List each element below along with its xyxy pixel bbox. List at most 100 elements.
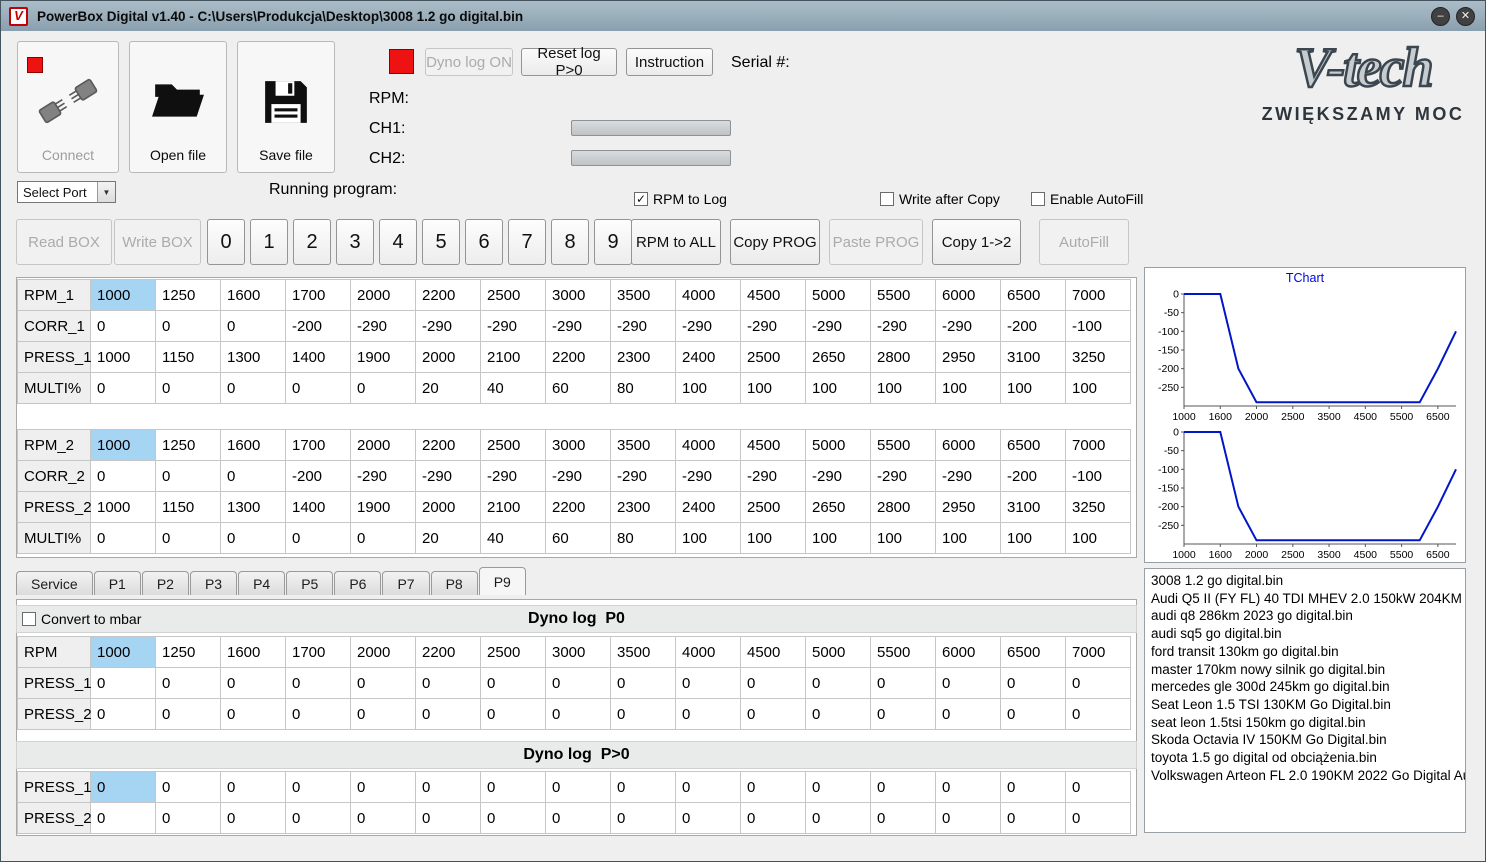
table-cell[interactable]: 100 — [871, 523, 936, 554]
table-cell[interactable]: 0 — [91, 668, 156, 699]
table-cell[interactable]: 1250 — [156, 637, 221, 668]
tab-p1[interactable]: P1 — [93, 571, 141, 595]
table-cell[interactable]: 3100 — [1001, 492, 1066, 523]
file-list-item[interactable]: ford transit 130km go digital.bin — [1145, 643, 1465, 661]
tab-service[interactable]: Service — [16, 571, 93, 595]
table-cell[interactable]: 0 — [676, 772, 741, 803]
table-cell[interactable]: -290 — [611, 311, 676, 342]
autofill-button[interactable]: AutoFill — [1039, 219, 1129, 265]
table-cell[interactable]: 0 — [871, 699, 936, 730]
table-cell[interactable]: 0 — [871, 772, 936, 803]
table-cell[interactable]: 1600 — [221, 637, 286, 668]
tab-p6[interactable]: P6 — [334, 571, 382, 595]
table-cell[interactable]: 100 — [676, 523, 741, 554]
table-cell[interactable]: 0 — [806, 668, 871, 699]
table-cell[interactable]: -290 — [676, 311, 741, 342]
table-cell[interactable]: 0 — [546, 803, 611, 834]
table-cell[interactable]: 6000 — [936, 280, 1001, 311]
table-cell[interactable]: 5500 — [871, 430, 936, 461]
table-cell[interactable]: -290 — [806, 461, 871, 492]
table-cell[interactable]: 1000 — [91, 342, 156, 373]
table-cell[interactable]: 1150 — [156, 492, 221, 523]
digit-button-1[interactable]: 1 — [250, 219, 288, 265]
table-cell[interactable]: 3250 — [1066, 492, 1131, 523]
table-cell[interactable]: 2650 — [806, 492, 871, 523]
instruction-button[interactable]: Instruction — [626, 48, 713, 76]
table-cell[interactable]: 0 — [91, 373, 156, 404]
table-cell[interactable]: 0 — [481, 668, 546, 699]
table-cell[interactable]: 2500 — [481, 430, 546, 461]
table-cell[interactable]: 0 — [286, 373, 351, 404]
table-cell[interactable]: 2200 — [546, 342, 611, 373]
table-cell[interactable]: 20 — [416, 523, 481, 554]
table-cell[interactable]: 0 — [806, 699, 871, 730]
table-cell[interactable]: 2800 — [871, 342, 936, 373]
table-cell[interactable]: -290 — [416, 461, 481, 492]
table-cell[interactable]: 0 — [1066, 699, 1131, 730]
table-cell[interactable]: 0 — [546, 772, 611, 803]
table-cell[interactable]: 1000 — [91, 430, 156, 461]
table-cell[interactable]: -290 — [481, 461, 546, 492]
table-cell[interactable]: -290 — [351, 311, 416, 342]
file-list-item[interactable]: Audi Q5 II (FY FL) 40 TDI MHEV 2.0 150kW… — [1145, 590, 1465, 608]
table-cell[interactable]: -290 — [741, 461, 806, 492]
table-cell[interactable]: -200 — [1001, 461, 1066, 492]
table-cell[interactable]: 5500 — [871, 280, 936, 311]
table-cell[interactable]: 0 — [416, 699, 481, 730]
table-cell[interactable]: 4000 — [676, 430, 741, 461]
table-cell[interactable]: 1600 — [221, 280, 286, 311]
table-cell[interactable]: 5500 — [871, 637, 936, 668]
digit-button-6[interactable]: 6 — [465, 219, 503, 265]
table-cell[interactable]: 40 — [481, 373, 546, 404]
table-cell[interactable]: -290 — [871, 461, 936, 492]
table-cell[interactable]: 2400 — [676, 342, 741, 373]
table-cell[interactable]: 0 — [806, 772, 871, 803]
table-cell[interactable]: 1700 — [286, 430, 351, 461]
table-cell[interactable]: -290 — [676, 461, 741, 492]
table-cell[interactable]: -290 — [351, 461, 416, 492]
table-cell[interactable]: -290 — [546, 461, 611, 492]
table-cell[interactable]: 4000 — [676, 637, 741, 668]
table-cell[interactable]: -290 — [546, 311, 611, 342]
table-cell[interactable]: 0 — [481, 699, 546, 730]
table-cell[interactable]: 1300 — [221, 342, 286, 373]
table-cell[interactable]: 100 — [1066, 373, 1131, 404]
file-list-item[interactable]: Skoda Octavia IV 150KM Go Digital.bin — [1145, 731, 1465, 749]
file-list-item[interactable]: audi q8 286km 2023 go digital.bin — [1145, 607, 1465, 625]
table-cell[interactable]: 1000 — [91, 637, 156, 668]
table-cell[interactable]: 0 — [351, 699, 416, 730]
table-cell[interactable]: 100 — [741, 373, 806, 404]
file-list-item[interactable]: Volkswagen Arteon FL 2.0 190KM 2022 Go D… — [1145, 767, 1465, 785]
table-cell[interactable]: 0 — [611, 699, 676, 730]
digit-button-5[interactable]: 5 — [422, 219, 460, 265]
table-cell[interactable]: 0 — [221, 699, 286, 730]
table-cell[interactable]: 1150 — [156, 342, 221, 373]
paste-prog-button[interactable]: Paste PROG — [829, 219, 923, 265]
table-cell[interactable]: 0 — [1001, 803, 1066, 834]
table-cell[interactable]: 3500 — [611, 280, 676, 311]
table-cell[interactable]: 2950 — [936, 492, 1001, 523]
table-cell[interactable]: 4500 — [741, 637, 806, 668]
table-cell[interactable]: 1700 — [286, 637, 351, 668]
table-cell[interactable]: 0 — [91, 772, 156, 803]
table-cell[interactable]: 0 — [1066, 803, 1131, 834]
table-cell[interactable]: 3100 — [1001, 342, 1066, 373]
table-cell[interactable]: 0 — [156, 311, 221, 342]
table-cell[interactable]: 100 — [936, 523, 1001, 554]
table-cell[interactable]: 0 — [1066, 772, 1131, 803]
table-cell[interactable]: 0 — [221, 523, 286, 554]
digit-button-2[interactable]: 2 — [293, 219, 331, 265]
table-cell[interactable]: 3500 — [611, 430, 676, 461]
table-cell[interactable]: 0 — [156, 772, 221, 803]
table-cell[interactable]: 2650 — [806, 342, 871, 373]
table-cell[interactable]: -290 — [936, 311, 1001, 342]
write-after-copy-checkbox[interactable]: Write after Copy — [880, 191, 1000, 207]
table-cell[interactable]: 1300 — [221, 492, 286, 523]
table-cell[interactable]: 3000 — [546, 430, 611, 461]
table-cell[interactable]: 0 — [221, 311, 286, 342]
table-cell[interactable]: 2000 — [351, 430, 416, 461]
table-cell[interactable]: 0 — [676, 699, 741, 730]
table-cell[interactable]: 0 — [156, 461, 221, 492]
table-cell[interactable]: 1000 — [91, 280, 156, 311]
table-cell[interactable]: 0 — [91, 461, 156, 492]
